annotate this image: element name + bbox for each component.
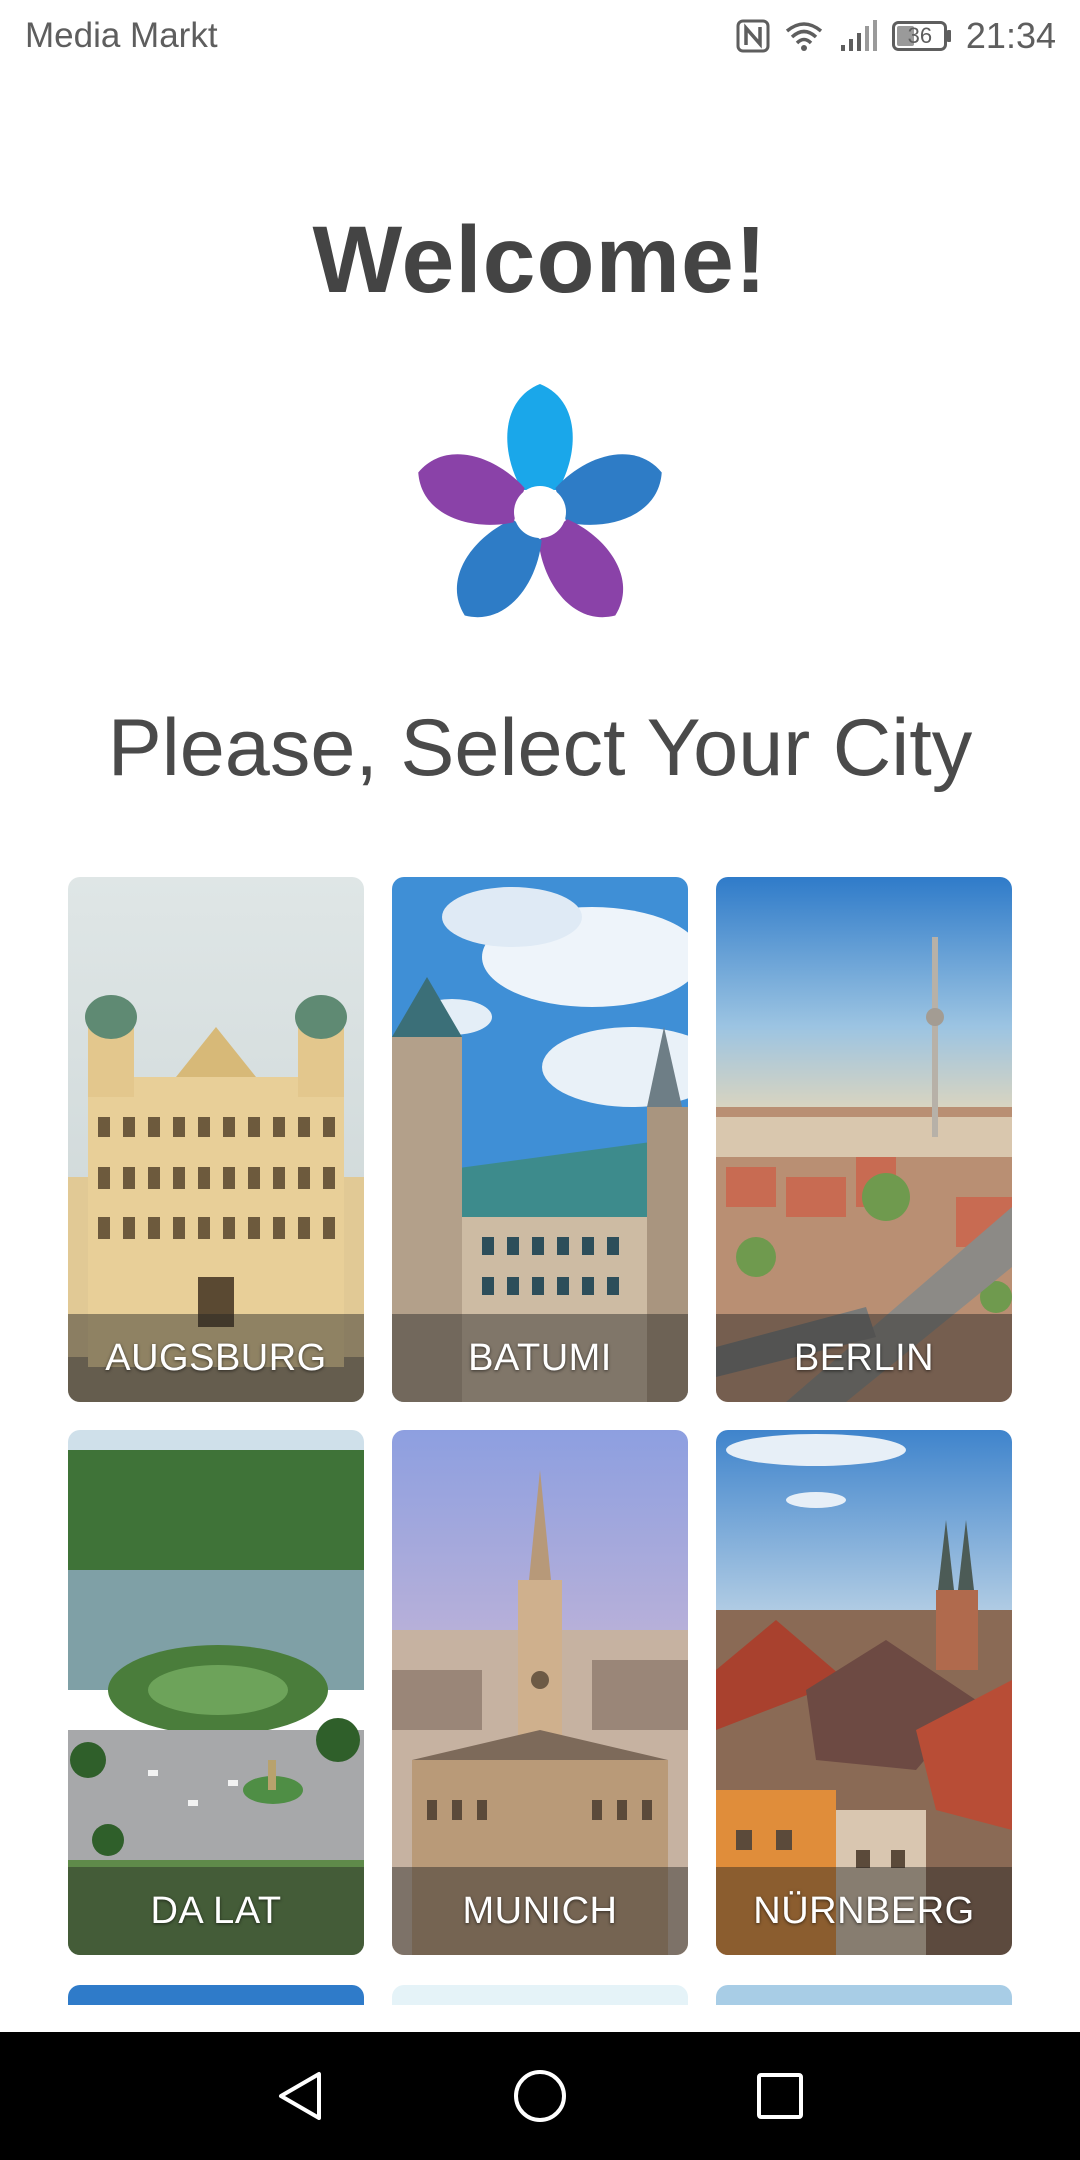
recents-icon bbox=[757, 2073, 803, 2119]
city-card-peek[interactable] bbox=[68, 1985, 364, 2005]
city-name: MUNICH bbox=[462, 1889, 618, 1932]
home-button[interactable] bbox=[508, 2064, 572, 2128]
city-name: BERLIN bbox=[793, 1336, 935, 1379]
carrier-name: Media Markt bbox=[25, 16, 218, 55]
nfc-icon bbox=[736, 19, 770, 53]
city-name: AUGSBURG bbox=[105, 1336, 327, 1379]
city-card-peek[interactable] bbox=[716, 1985, 1012, 2005]
city-card-nurnberg[interactable]: NÜRNBERG bbox=[716, 1430, 1012, 1955]
welcome-title: Welcome! bbox=[312, 207, 768, 313]
city-name: DA LAT bbox=[150, 1889, 282, 1932]
city-label-band: DA LAT bbox=[68, 1867, 364, 1955]
system-navigation-bar bbox=[0, 2032, 1080, 2160]
next-city-row-peek bbox=[68, 1985, 1012, 2005]
signal-icon bbox=[840, 20, 877, 51]
city-label-band: BATUMI bbox=[392, 1314, 688, 1402]
recents-button[interactable] bbox=[748, 2064, 812, 2128]
city-label-band: NÜRNBERG bbox=[716, 1867, 1012, 1955]
status-icons: 36 21:34 bbox=[736, 14, 1056, 58]
city-card-peek[interactable] bbox=[392, 1985, 688, 2005]
city-name: BATUMI bbox=[468, 1336, 612, 1379]
city-card-da-lat[interactable]: DA LAT bbox=[68, 1430, 364, 1955]
select-city-title: Please, Select Your City bbox=[107, 703, 973, 793]
home-icon bbox=[514, 2070, 566, 2122]
city-card-batumi[interactable]: BATUMI bbox=[392, 877, 688, 1402]
battery-icon: 36 bbox=[891, 21, 952, 51]
city-name: NÜRNBERG bbox=[753, 1889, 975, 1932]
city-card-augsburg[interactable]: AUGSBURG bbox=[68, 877, 364, 1402]
wifi-icon bbox=[785, 22, 823, 51]
back-icon bbox=[279, 2072, 321, 2120]
status-bar: Media Markt 36 21:34 bbox=[0, 0, 1080, 74]
city-selection-screen: Media Markt 36 21:34 Welcome! Please, Se… bbox=[0, 0, 1080, 2160]
city-grid: AUGSBURG BATUMI BERLIN DA LAT MUNICH NÜR… bbox=[68, 877, 1012, 1955]
battery-level: 36 bbox=[907, 23, 933, 48]
app-logo-star-icon bbox=[418, 384, 662, 618]
city-card-munich[interactable]: MUNICH bbox=[392, 1430, 688, 1955]
clock: 21:34 bbox=[965, 15, 1056, 56]
city-label-band: AUGSBURG bbox=[68, 1314, 364, 1402]
city-card-berlin[interactable]: BERLIN bbox=[716, 877, 1012, 1402]
city-label-band: BERLIN bbox=[716, 1314, 1012, 1402]
back-button[interactable] bbox=[268, 2064, 332, 2128]
city-label-band: MUNICH bbox=[392, 1867, 688, 1955]
